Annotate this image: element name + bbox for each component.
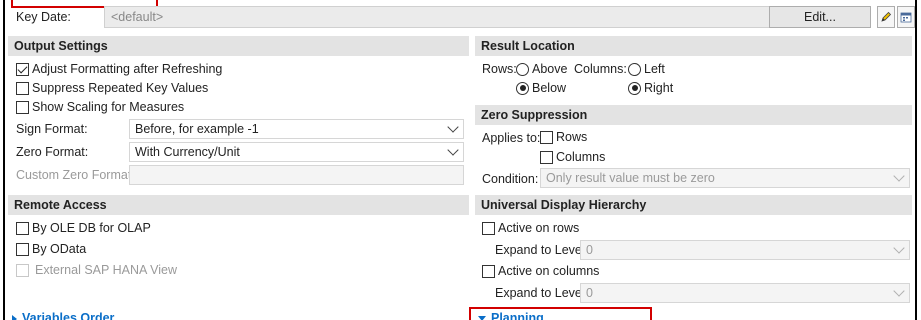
suppress-repeated-option[interactable]: Suppress Repeated Key Values (16, 79, 208, 97)
suppress-columns-label: Columns (556, 150, 606, 164)
active-on-rows-checkbox[interactable] (482, 221, 495, 235)
suppress-repeated-checkbox[interactable] (16, 81, 29, 95)
condition-value: Only result value must be zero (546, 171, 715, 185)
expand-rows-value: 0 (586, 243, 593, 257)
columns-left-radio[interactable] (628, 62, 641, 76)
columns-right-label: Right (644, 81, 674, 95)
condition-select: Only result value must be zero (540, 168, 910, 188)
hana-view-label: External SAP HANA View (35, 263, 177, 277)
expand-rows-label: Expand to Level: (495, 243, 589, 257)
suppress-rows-option[interactable]: Rows (540, 128, 587, 146)
rows-below-option[interactable]: Below (516, 79, 566, 97)
columns-label: Columns: (574, 62, 627, 76)
active-on-columns-label: Active on columns (498, 264, 600, 278)
odata-label: By OData (32, 242, 87, 256)
chevron-down-icon (893, 170, 905, 182)
expand-columns-value: 0 (586, 286, 593, 300)
key-date-row: Key Date: <default> Edit... (8, 6, 915, 28)
active-on-rows-label: Active on rows (498, 221, 580, 235)
planning-label: Planning (491, 311, 544, 320)
key-date-field[interactable]: <default> (104, 6, 773, 28)
adjust-formatting-option[interactable]: Adjust Formatting after Refreshing (16, 60, 222, 78)
sign-format-value: Before, for example -1 (135, 122, 259, 136)
adjust-formatting-label: Adjust Formatting after Refreshing (32, 62, 223, 76)
chevron-down-icon (447, 144, 459, 156)
ole-db-label: By OLE DB for OLAP (32, 221, 151, 235)
adjust-formatting-checkbox[interactable] (16, 62, 29, 76)
condition-label: Condition: (482, 172, 539, 186)
zero-format-select[interactable]: With Currency/Unit (129, 142, 464, 162)
active-on-columns-option[interactable]: Active on columns (482, 262, 599, 280)
window-border-right (915, 0, 917, 320)
expand-arrow-icon (12, 314, 17, 320)
ole-db-checkbox[interactable] (16, 221, 29, 235)
show-scaling-option[interactable]: Show Scaling for Measures (16, 98, 184, 116)
rows-above-radio[interactable] (516, 62, 529, 76)
key-date-label: Key Date: (16, 10, 71, 24)
show-scaling-checkbox[interactable] (16, 100, 29, 114)
sign-format-select[interactable]: Before, for example -1 (129, 119, 464, 139)
chevron-down-icon (447, 121, 459, 133)
columns-right-radio[interactable] (628, 81, 641, 95)
window-border-left (3, 0, 5, 320)
rows-below-radio[interactable] (516, 81, 529, 95)
hana-view-checkbox (16, 263, 29, 277)
suppress-columns-checkbox[interactable] (540, 150, 553, 164)
rows-above-option[interactable]: Above (516, 60, 567, 78)
planning-toggle[interactable]: Planning (478, 311, 544, 320)
suppress-columns-option[interactable]: Columns (540, 148, 605, 166)
calendar-icon (900, 12, 912, 23)
suppress-rows-label: Rows (556, 130, 588, 144)
applies-to-label: Applies to: (482, 131, 541, 145)
odata-checkbox[interactable] (16, 242, 29, 256)
expand-columns-select: 0 (580, 283, 910, 303)
active-on-rows-option[interactable]: Active on rows (482, 219, 579, 237)
custom-zero-format-label: Custom Zero Format: (16, 168, 135, 182)
chevron-down-icon (893, 285, 905, 297)
expand-rows-select: 0 (580, 240, 910, 260)
suppress-rows-checkbox[interactable] (540, 130, 553, 144)
edit-button[interactable]: Edit... (769, 6, 871, 28)
columns-left-option[interactable]: Left (628, 60, 665, 78)
calendar-button[interactable] (897, 6, 915, 28)
zero-format-value: With Currency/Unit (135, 145, 240, 159)
chevron-down-icon (893, 242, 905, 254)
ole-db-option[interactable]: By OLE DB for OLAP (16, 219, 151, 237)
variables-order-label: Variables Order (22, 311, 115, 320)
custom-zero-format-input (129, 165, 464, 185)
pencil-button[interactable] (877, 6, 895, 28)
collapse-arrow-icon (478, 316, 486, 320)
suppress-repeated-label: Suppress Repeated Key Values (32, 81, 209, 95)
rows-label: Rows: (482, 62, 517, 76)
columns-right-option[interactable]: Right (628, 79, 673, 97)
expand-columns-label: Expand to Level: (495, 286, 589, 300)
result-location-header: Result Location (475, 36, 912, 56)
variables-order-toggle[interactable]: Variables Order (12, 311, 114, 320)
columns-left-label: Left (644, 62, 665, 76)
pencil-icon (881, 11, 892, 22)
show-scaling-label: Show Scaling for Measures (32, 100, 185, 114)
odata-option[interactable]: By OData (16, 240, 86, 258)
rows-below-label: Below (532, 81, 567, 95)
zero-suppression-header: Zero Suppression (475, 105, 912, 125)
remote-access-header: Remote Access (8, 195, 469, 215)
zero-format-label: Zero Format: (16, 145, 89, 159)
output-settings-header: Output Settings (8, 36, 469, 56)
active-on-columns-checkbox[interactable] (482, 264, 495, 278)
hana-view-option: External SAP HANA View (16, 261, 177, 279)
universal-display-hierarchy-header: Universal Display Hierarchy (475, 195, 912, 215)
rows-above-label: Above (532, 62, 568, 76)
sign-format-label: Sign Format: (16, 122, 88, 136)
